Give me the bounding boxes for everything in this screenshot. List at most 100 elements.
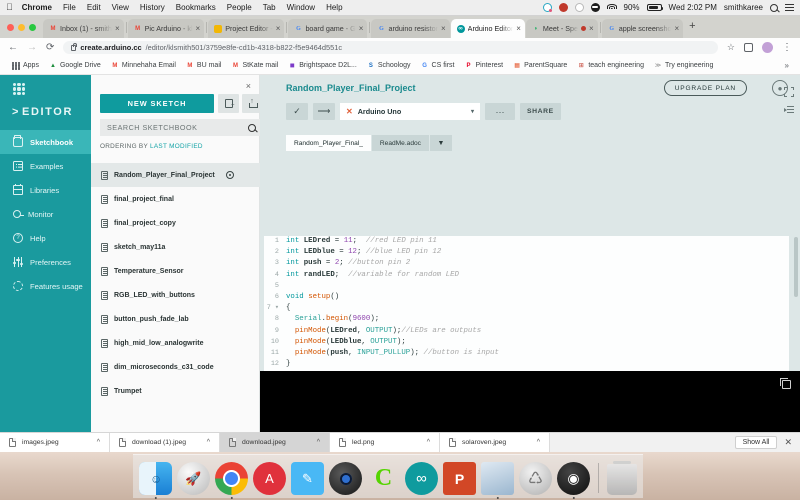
close-tab-icon[interactable]: × <box>115 24 120 33</box>
show-all-downloads-button[interactable]: Show All <box>734 436 778 449</box>
bookmark-teach-engineering[interactable]: ⊞ teach engineering <box>572 62 649 70</box>
file-tab-readme[interactable]: ReadMe.adoc <box>371 135 429 151</box>
browser-tab[interactable]: Garduino resistor × <box>371 19 450 38</box>
bookmarks-overflow-icon[interactable]: » <box>785 61 793 70</box>
menu-edit[interactable]: Edit <box>87 3 101 12</box>
dropbox-tray-icon[interactable] <box>542 3 552 12</box>
menu-help[interactable]: Help <box>326 3 342 12</box>
menu-chrome[interactable]: Chrome <box>22 3 52 12</box>
notification-center-icon[interactable] <box>785 4 794 11</box>
quicktime-icon[interactable] <box>329 462 362 495</box>
list-item[interactable]: dim_microseconds_c31_code <box>91 355 260 379</box>
chevron-up-icon[interactable]: ^ <box>317 439 320 446</box>
search-icon[interactable] <box>248 123 256 132</box>
search-sketchbook-input[interactable]: SEARCH SKETCHBOOK <box>100 119 263 136</box>
fullscreen-icon[interactable] <box>784 87 794 97</box>
address-bar[interactable]: create.arduino.cc/editor/klsmith501/3759… <box>63 41 718 54</box>
finder-icon[interactable] <box>139 462 172 499</box>
menu-window[interactable]: Window <box>287 3 315 12</box>
chevron-up-icon[interactable]: ^ <box>97 439 100 446</box>
bookmark-star-icon[interactable]: ☆ <box>727 42 735 53</box>
maximize-window-button[interactable] <box>29 23 36 31</box>
close-tab-icon[interactable]: × <box>276 24 281 33</box>
upgrade-plan-button[interactable]: UPGRADE PLAN <box>663 80 747 96</box>
bookmark-stkate-mail[interactable]: M StKate mail <box>226 62 283 70</box>
close-tab-icon[interactable]: × <box>589 24 594 33</box>
download-item[interactable]: images.jpeg ^ <box>0 432 110 453</box>
more-options-button[interactable]: ··· <box>485 103 515 120</box>
list-item[interactable]: Temperature_Sensor <box>91 259 260 283</box>
list-item[interactable]: Random_Player_Final_Project <box>91 163 260 187</box>
menu-bookmarks[interactable]: Bookmarks <box>176 3 216 12</box>
bookmark-brightspace[interactable]: ◼ Brightspace D2L... <box>283 62 362 70</box>
download-item[interactable]: download.jpeg ^ <box>220 432 330 453</box>
browser-tab-active[interactable]: ∞ Arduino Editor × <box>450 19 525 38</box>
bookmark-pinterest[interactable]: P Pinterest <box>459 62 508 70</box>
minimize-window-button[interactable] <box>18 23 25 31</box>
bookmark-parentsquare[interactable]: ▦ ParentSquare <box>508 62 572 70</box>
menu-history[interactable]: History <box>140 3 165 12</box>
sidebar-item-examples[interactable]: Examples <box>0 154 91 178</box>
scratch-icon[interactable]: C <box>367 462 400 495</box>
chevron-up-icon[interactable]: ^ <box>207 439 210 446</box>
sidebar-item-help[interactable]: ? Help <box>0 226 91 250</box>
download-item[interactable]: led.png ^ <box>330 432 440 453</box>
sidebar-item-preferences[interactable]: Preferences <box>0 250 91 274</box>
new-file-button[interactable] <box>218 94 239 113</box>
sidebar-item-features-usage[interactable]: Features usage <box>0 274 91 298</box>
close-tab-icon[interactable]: × <box>516 24 521 33</box>
chevron-up-icon[interactable]: ^ <box>427 439 430 446</box>
share-button[interactable]: SHARE <box>520 103 561 120</box>
copy-icon[interactable] <box>780 378 791 389</box>
user-name[interactable]: smithkaree <box>724 3 763 12</box>
sidebar-item-monitor[interactable]: Monitor <box>0 202 91 226</box>
serial-console[interactable] <box>260 371 800 432</box>
zoom-tray-icon[interactable] <box>590 3 600 12</box>
menu-people[interactable]: People <box>227 3 252 12</box>
bookmark-try-engineering[interactable]: ≫ Try engineering <box>649 62 718 70</box>
preview-icon[interactable] <box>481 462 514 499</box>
wifi-icon[interactable] <box>606 3 617 12</box>
ordering-value[interactable]: LAST MODIFIED <box>150 143 203 150</box>
sidebar-item-sketchbook[interactable]: Sketchbook <box>0 130 91 154</box>
list-item[interactable]: final_project_copy <box>91 211 260 235</box>
browser-tab[interactable]: Project Editor - × <box>208 19 285 38</box>
bookmark-apps[interactable]: Apps <box>7 61 44 70</box>
board-selector[interactable]: ✕ Arduino Uno ▾ <box>340 103 480 120</box>
back-icon[interactable]: ← <box>8 42 18 53</box>
list-item[interactable]: button_push_fade_lab <box>91 307 260 331</box>
app-store-icon[interactable]: A <box>253 462 286 495</box>
menu-file[interactable]: File <box>63 3 76 12</box>
chrome-menu-icon[interactable]: ⋮ <box>782 42 792 53</box>
bookmark-minnehaha-email[interactable]: M Minnehaha Email <box>106 62 181 70</box>
sidebar-item-libraries[interactable]: Libraries <box>0 178 91 202</box>
bookmark-cs-first[interactable]: G CS first <box>416 62 460 70</box>
browser-tab[interactable]: Gboard game - G × <box>288 19 368 38</box>
spotlight-search-icon[interactable] <box>770 3 778 12</box>
browser-tab[interactable]: M Inbox (1) - smith × <box>43 19 124 38</box>
notes-icon[interactable]: ✎ <box>291 462 324 495</box>
list-item[interactable]: sketch_may11a <box>91 235 260 259</box>
extensions-icon[interactable] <box>744 43 753 52</box>
list-item[interactable]: RGB_LED_with_buttons <box>91 283 260 307</box>
download-item[interactable]: download (1).jpeg ^ <box>110 432 220 453</box>
close-tab-icon[interactable]: × <box>359 24 364 33</box>
recording-tray-icon[interactable] <box>558 3 568 12</box>
reload-icon[interactable]: ⟳ <box>46 42 54 53</box>
browser-tab[interactable]: M Pic Arduino - kl × <box>127 19 205 38</box>
upload-button[interactable]: ⟶ <box>313 103 335 120</box>
bookmark-bu-mail[interactable]: M BU mail <box>181 62 227 70</box>
apple-menu-icon[interactable]:  <box>6 3 13 12</box>
new-tab-button[interactable]: + <box>684 20 700 34</box>
close-downloads-bar-icon[interactable]: ✕ <box>784 437 792 448</box>
close-tab-icon[interactable]: × <box>196 24 201 33</box>
bookmark-google-drive[interactable]: ▲ Google Drive <box>44 62 106 70</box>
chevron-up-icon[interactable]: ^ <box>537 439 540 446</box>
new-sketch-button[interactable]: NEW SKETCH <box>100 94 214 113</box>
list-item[interactable]: Trumpet <box>91 379 260 403</box>
close-window-button[interactable] <box>7 23 14 31</box>
sync-icon[interactable]: ♺ <box>519 462 552 495</box>
close-icon[interactable]: × <box>246 81 251 91</box>
close-tab-icon[interactable]: × <box>441 24 446 33</box>
file-tabs-dropdown[interactable]: ▼ <box>429 135 452 151</box>
